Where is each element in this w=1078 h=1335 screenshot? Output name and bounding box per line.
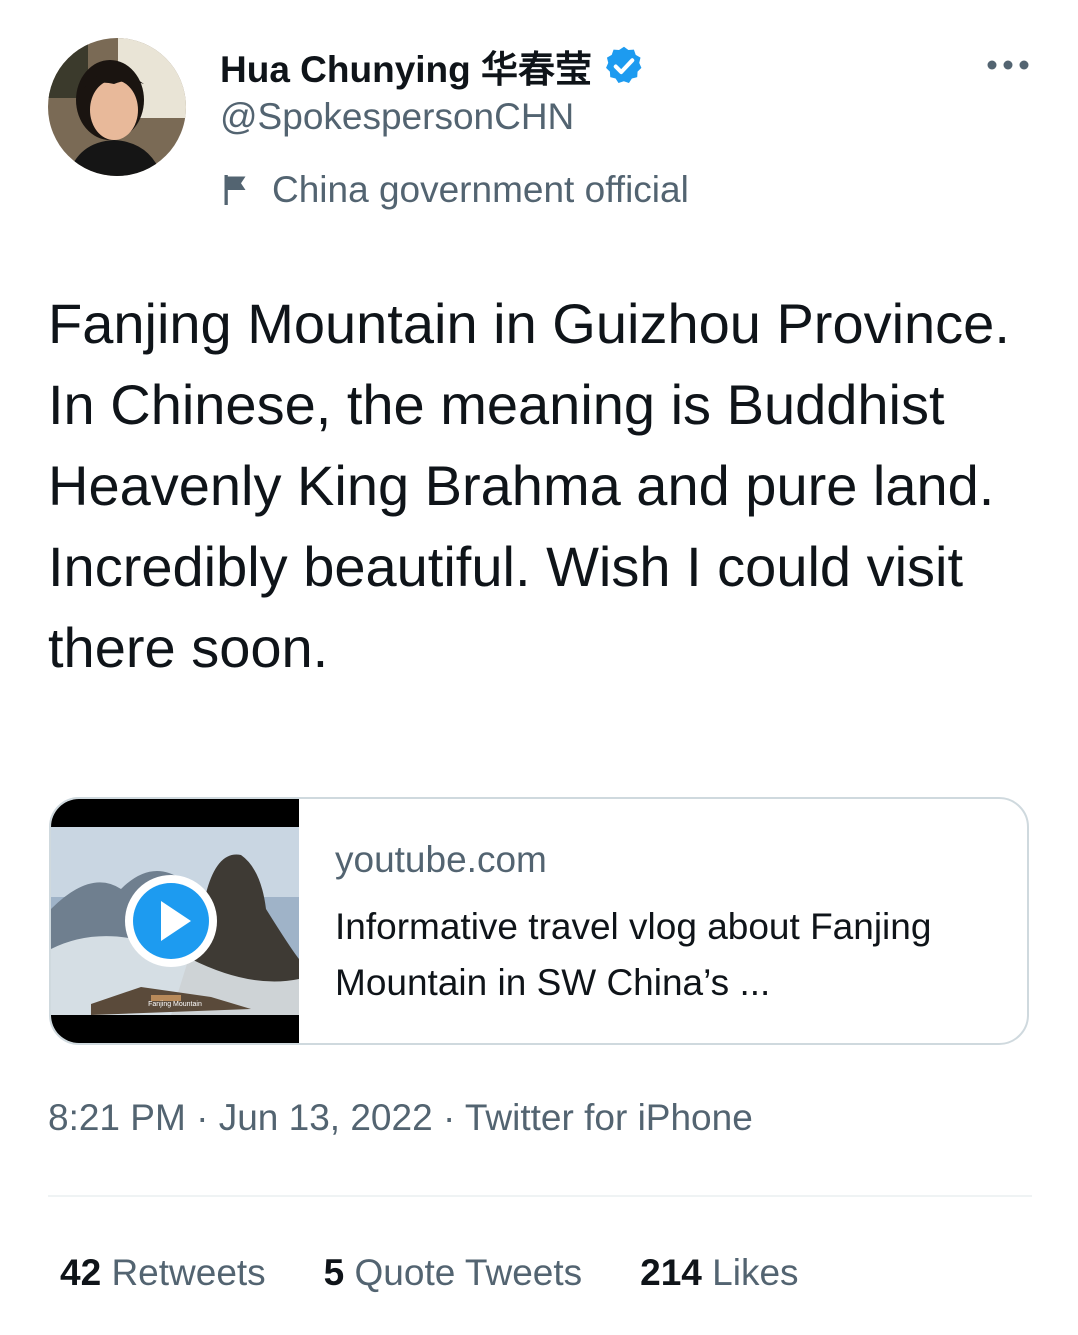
quote-tweets-stat[interactable]: 5 Quote Tweets (324, 1252, 582, 1294)
tweet-source[interactable]: Twitter for iPhone (465, 1097, 753, 1138)
card-domain: youtube.com (335, 839, 547, 880)
author-handle[interactable]: @SpokespersonCHN (220, 96, 574, 138)
likes-stat[interactable]: 214 Likes (640, 1252, 798, 1294)
avatar-image (48, 38, 186, 176)
more-horizontal-icon (987, 60, 1029, 70)
retweets-stat[interactable]: 42 Retweets (60, 1252, 266, 1294)
retweets-label: Retweets (111, 1252, 266, 1293)
engagement-stats: 42 Retweets 5 Quote Tweets 214 Likes (60, 1248, 857, 1298)
tweet-date[interactable]: Jun 13, 2022 (219, 1097, 433, 1138)
meta-separator: · (196, 1097, 219, 1138)
link-card[interactable]: Fanjing Mountain youtube.com Informative… (49, 797, 1029, 1045)
tweet-time[interactable]: 8:21 PM (48, 1097, 186, 1138)
tweet-meta: 8:21 PM · Jun 13, 2022 · Twitter for iPh… (48, 1097, 753, 1139)
verified-badge-icon (602, 44, 646, 88)
author-display-name-row[interactable]: Hua Chunying 华春莹 (220, 40, 646, 92)
card-title: Informative travel vlog about Fanjing Mo… (335, 906, 932, 1003)
government-label[interactable]: China government official (220, 166, 689, 214)
tweet-text: Fanjing Mountain in Guizhou Province. In… (48, 292, 1010, 679)
more-options-button[interactable] (984, 50, 1032, 80)
avatar[interactable] (48, 38, 186, 176)
author-display-name[interactable]: Hua Chunying 华春莹 (220, 39, 592, 93)
video-thumbnail[interactable]: Fanjing Mountain (51, 799, 299, 1043)
retweets-count: 42 (60, 1252, 102, 1293)
thumbnail-caption: Fanjing Mountain (148, 1001, 202, 1008)
flag-icon (220, 172, 256, 208)
quote-tweets-label: Quote Tweets (354, 1252, 583, 1293)
likes-count: 214 (640, 1252, 702, 1293)
divider (48, 1195, 1032, 1197)
government-label-text: China government official (272, 169, 689, 210)
quote-tweets-count: 5 (323, 1252, 345, 1293)
play-icon[interactable] (123, 873, 219, 969)
likes-label: Likes (712, 1252, 799, 1293)
meta-separator: · (442, 1097, 465, 1138)
